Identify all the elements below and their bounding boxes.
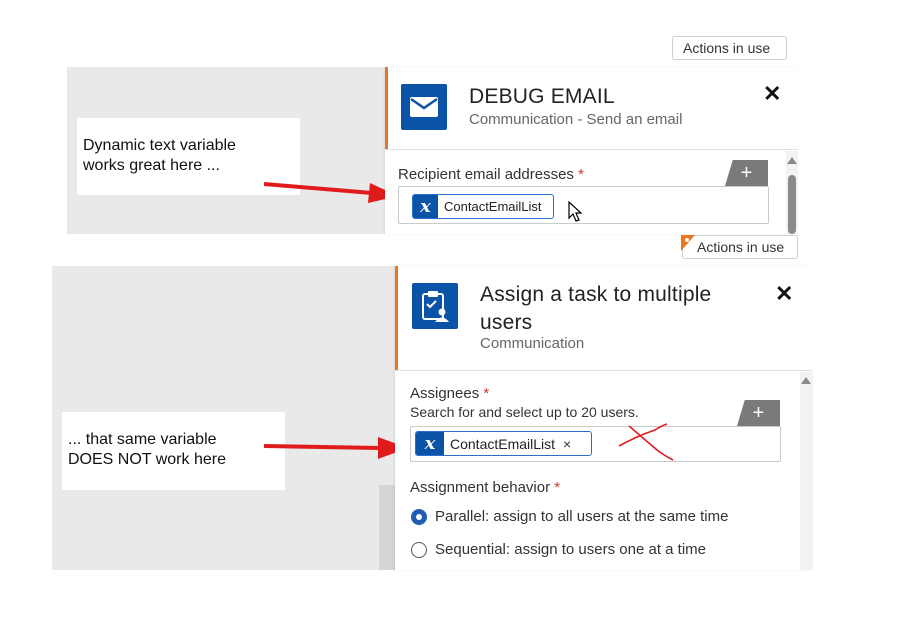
title-line-2: users <box>480 311 533 334</box>
annotation-note-fails: ... that same variable DOES NOT work her… <box>62 412 285 490</box>
scrollbar[interactable] <box>786 151 798 234</box>
annotation-line-2: works great here ... <box>83 157 220 174</box>
variable-icon: x <box>413 195 438 218</box>
add-button[interactable]: + <box>737 400 780 426</box>
assignees-hint: Search for and select up to 20 users. <box>410 404 639 420</box>
actions-in-use-label[interactable]: Actions in use <box>697 239 784 255</box>
radio-option-label: Sequential: assign to users one at a tim… <box>435 541 706 558</box>
title-line-1: Assign a task to multiple <box>480 283 712 306</box>
action-subtitle: Communication <box>480 335 585 352</box>
assignees-label: Assignees * <box>410 385 489 402</box>
scroll-up-icon[interactable] <box>801 377 811 384</box>
annotation-line-1: ... that same variable <box>68 431 217 448</box>
red-cross-mark-icon <box>618 423 674 461</box>
header-divider <box>395 370 813 371</box>
assignees-label-text: Assignees <box>410 385 480 402</box>
close-icon[interactable]: ✕ <box>763 83 781 105</box>
remove-chip-icon[interactable]: × <box>563 436 571 452</box>
variable-chip-label: ContactEmailList <box>444 199 542 214</box>
radio-option-sequential[interactable]: Sequential: assign to users one at a tim… <box>411 541 706 558</box>
red-arrow-icon <box>263 182 398 203</box>
recipient-label-text: Recipient email addresses <box>398 166 574 183</box>
behavior-label-text: Assignment behavior <box>410 479 551 496</box>
scroll-up-icon[interactable] <box>787 157 797 164</box>
variable-chip[interactable]: x ContactEmailList <box>412 194 554 219</box>
radio-selected-icon[interactable] <box>411 508 427 525</box>
annotation-line-1: Dynamic text variable <box>83 137 236 154</box>
required-marker: * <box>554 479 561 496</box>
close-icon[interactable]: ✕ <box>775 283 793 305</box>
cursor-icon <box>568 201 583 222</box>
variable-icon: x <box>416 432 444 455</box>
header-divider <box>385 149 798 150</box>
action-title: DEBUG EMAIL <box>469 85 615 108</box>
canvas-scroll-strip <box>379 485 395 570</box>
annotation-line-2: DOES NOT work here <box>68 451 226 468</box>
actions-in-use-button[interactable]: Actions in use <box>672 36 787 60</box>
email-icon <box>401 84 447 130</box>
field-label: Recipient email addresses * <box>398 166 584 183</box>
scrollbar[interactable] <box>800 372 813 570</box>
radio-option-parallel[interactable]: Parallel: assign to all users at the sam… <box>411 508 728 525</box>
action-title: Assign a task to multiple users <box>480 281 711 337</box>
add-button[interactable]: + <box>725 160 768 186</box>
radio-unselected-icon[interactable] <box>411 541 427 558</box>
variable-chip[interactable]: x ContactEmailList × <box>415 431 592 456</box>
action-subtitle: Communication - Send an email <box>469 111 683 128</box>
accent-bar <box>395 266 398 370</box>
task-clipboard-icon <box>412 283 458 329</box>
actions-in-use-bar: Actions in use <box>681 235 798 259</box>
required-marker: * <box>483 385 490 402</box>
assign-task-panel: Assign a task to multiple users Communic… <box>395 266 813 570</box>
scroll-thumb[interactable] <box>788 175 796 234</box>
radio-option-label: Parallel: assign to all users at the sam… <box>435 508 729 525</box>
debug-email-panel: DEBUG EMAIL Communication - Send an emai… <box>385 67 798 234</box>
required-marker: * <box>578 166 584 183</box>
behavior-label: Assignment behavior * <box>410 479 560 496</box>
accent-bar <box>385 67 388 149</box>
pin-dot <box>685 238 689 242</box>
red-arrow-icon <box>263 437 408 459</box>
variable-chip-label: ContactEmailList <box>450 435 556 452</box>
